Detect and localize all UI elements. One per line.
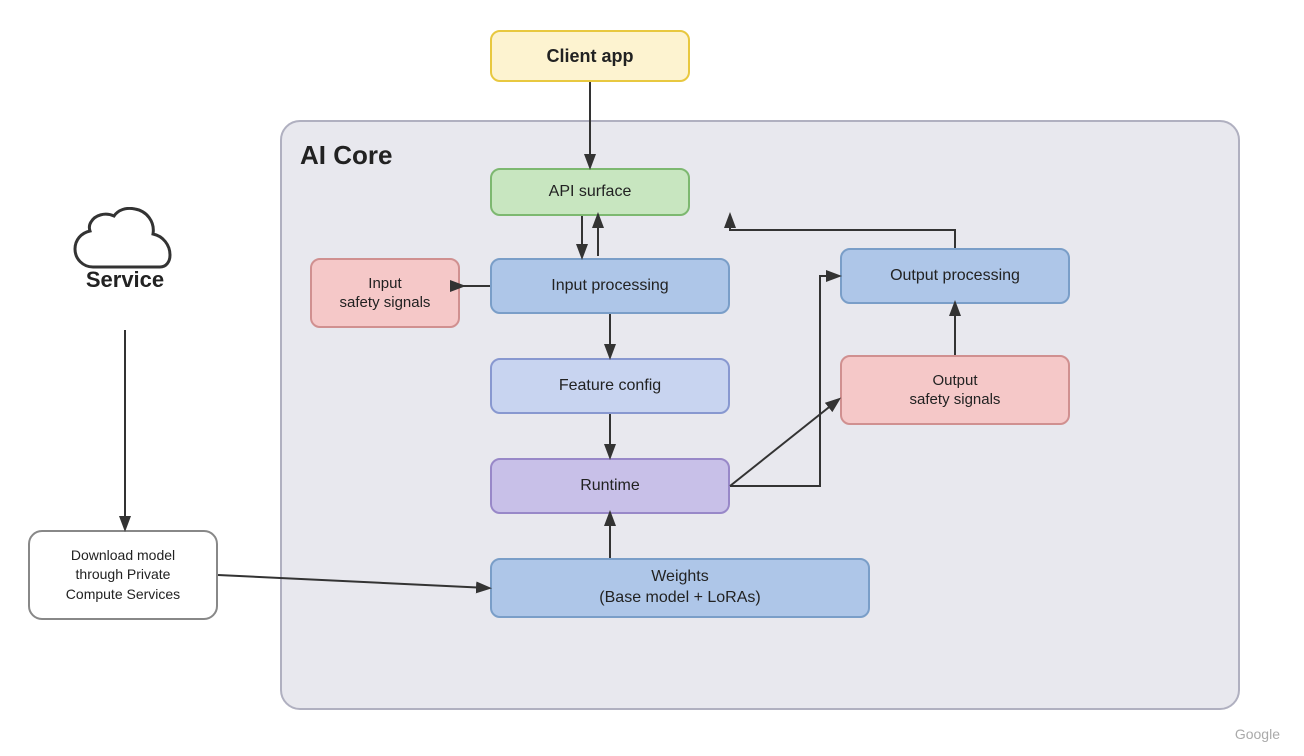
- output-safety-box: Outputsafety signals: [840, 355, 1070, 425]
- runtime-box: Runtime: [490, 458, 730, 514]
- weights-label: Weights(Base model + LoRAs): [599, 567, 760, 609]
- feature-config-label: Feature config: [559, 377, 661, 395]
- service-cloud: Service: [40, 185, 210, 315]
- runtime-label: Runtime: [580, 477, 640, 495]
- ai-core-box: [280, 120, 1240, 710]
- service-label: Service: [86, 267, 164, 293]
- feature-config-box: Feature config: [490, 358, 730, 414]
- ai-core-label: AI Core: [300, 140, 392, 171]
- output-safety-label: Outputsafety signals: [910, 371, 1001, 410]
- input-processing-label: Input processing: [551, 277, 668, 295]
- api-surface-box: API surface: [490, 168, 690, 216]
- download-model-label: Download modelthrough PrivateCompute Ser…: [66, 546, 180, 605]
- input-safety-label: Inputsafety signals: [340, 274, 431, 313]
- download-model-box: Download modelthrough PrivateCompute Ser…: [28, 530, 218, 620]
- input-safety-box: Inputsafety signals: [310, 258, 460, 328]
- input-processing-box: Input processing: [490, 258, 730, 314]
- diagram-container: Client app AI Core API surface Input pro…: [0, 0, 1304, 756]
- api-surface-label: API surface: [549, 183, 632, 201]
- output-processing-label: Output processing: [890, 267, 1020, 285]
- output-processing-box: Output processing: [840, 248, 1070, 304]
- client-app-box: Client app: [490, 30, 690, 82]
- weights-box: Weights(Base model + LoRAs): [490, 558, 870, 618]
- client-app-label: Client app: [546, 46, 633, 67]
- google-label: Google: [1235, 726, 1280, 742]
